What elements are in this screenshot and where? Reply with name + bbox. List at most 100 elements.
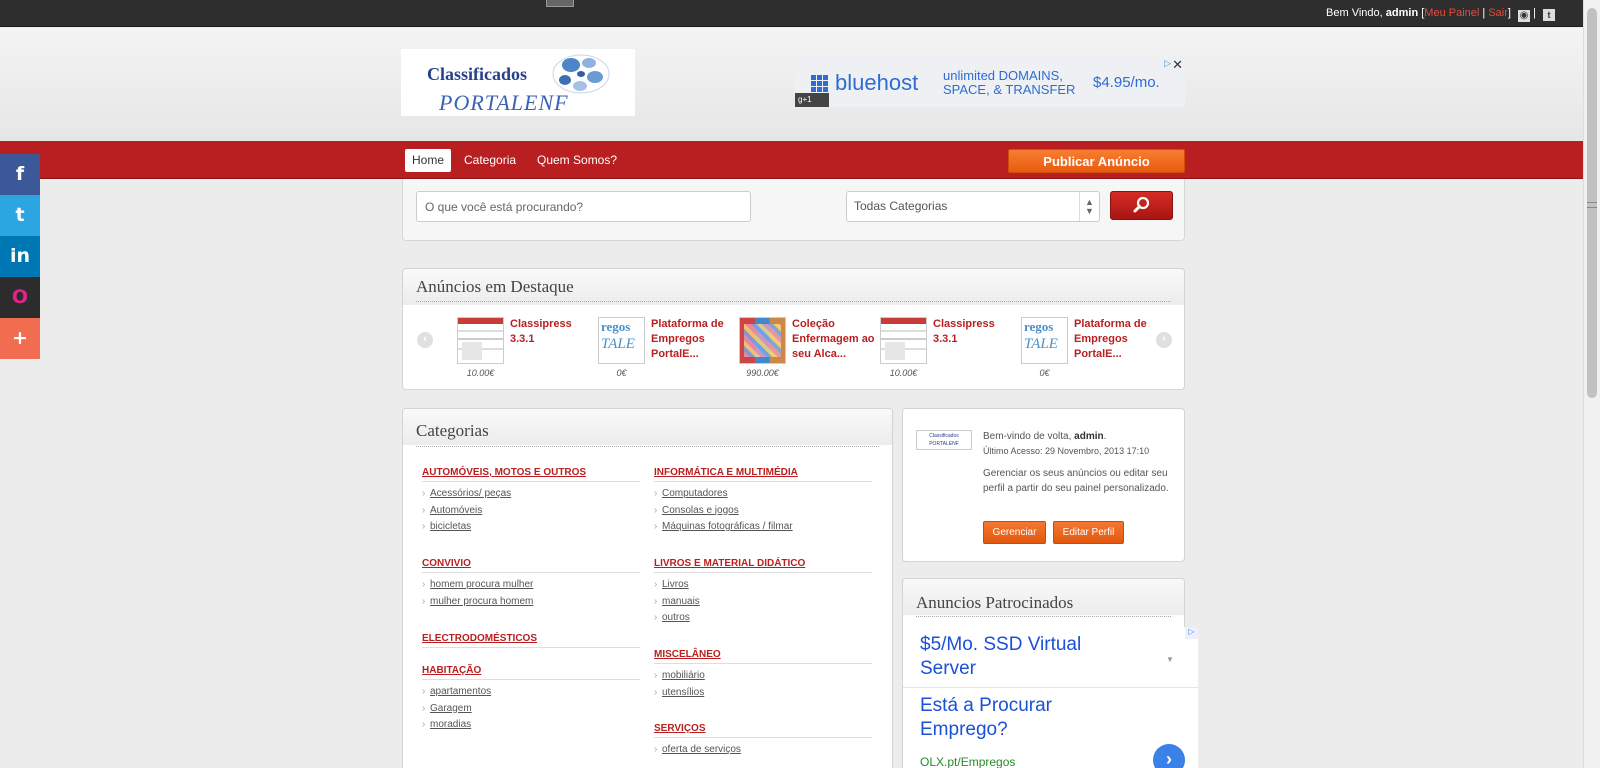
scrollbar-grip-icon bbox=[1587, 202, 1597, 208]
toolbar-tab[interactable] bbox=[546, 0, 574, 7]
gplus-button[interactable]: g+1 bbox=[795, 93, 829, 107]
facebook-icon[interactable]: f bbox=[0, 154, 40, 195]
adchoices-icon[interactable]: ▷ bbox=[1185, 627, 1198, 639]
chevron-right-icon[interactable]: › bbox=[1153, 744, 1185, 768]
subcategory-link[interactable]: apartamentos bbox=[422, 684, 640, 701]
sponsored-ad-url[interactable]: OLX.pt/Empregos bbox=[920, 755, 1015, 768]
thumb-text: TALE bbox=[601, 336, 635, 352]
main-nav: Home Categoria Quem Somos? Publicar Anún… bbox=[0, 141, 1600, 179]
category-group: SERVIÇOS oferta de serviços bbox=[654, 723, 872, 759]
sponsored-ad-title[interactable]: Está a Procurar Emprego? bbox=[920, 694, 1120, 742]
banner-ad[interactable]: bluehost unlimited DOMAINS, SPACE, & TRAN… bbox=[795, 57, 1185, 107]
ad-thumbnail[interactable]: regos TALE bbox=[1021, 317, 1068, 364]
my-panel-link[interactable]: Meu Painel bbox=[1424, 7, 1479, 19]
category-select[interactable]: Todas Categorias ▲ ▼ bbox=[846, 191, 1100, 222]
chevron-down-icon[interactable]: ▼ bbox=[1166, 655, 1174, 664]
welcome-prefix: Bem Vindo, bbox=[1326, 7, 1383, 19]
sponsored-panel: Anuncios Patrocinados ▷ $5/Mo. SSD Virtu… bbox=[902, 578, 1198, 768]
subcategory-link[interactable]: Livros bbox=[654, 577, 872, 594]
featured-item-name[interactable]: Coleção Enfermagem ao seu Alca... bbox=[792, 317, 877, 362]
search-icon bbox=[1133, 196, 1150, 213]
featured-item-name[interactable]: Plataforma de Empregos PortalE... bbox=[1074, 317, 1159, 362]
ad-thumbnail[interactable] bbox=[457, 317, 504, 364]
subcategory-link[interactable]: Garagem bbox=[422, 701, 640, 718]
divider bbox=[903, 687, 1198, 688]
thumb-text: regos bbox=[601, 319, 631, 334]
ad-thumbnail[interactable] bbox=[880, 317, 927, 364]
manage-button[interactable]: Gerenciar bbox=[983, 521, 1046, 544]
category-link[interactable]: ELECTRODOMÉSTICOS bbox=[422, 633, 640, 648]
category-group: INFORMÁTICA E MULTIMÉDIA Computadores Co… bbox=[654, 467, 872, 536]
thumb-text: TALE bbox=[1024, 336, 1058, 352]
sponsored-ad-title[interactable]: $5/Mo. SSD Virtual Server bbox=[920, 633, 1120, 681]
publish-ad-button[interactable]: Publicar Anúncio bbox=[1008, 149, 1185, 173]
subcategory-link[interactable]: manuais bbox=[654, 594, 872, 611]
site-logo[interactable]: Classificados PORTALENF bbox=[401, 49, 635, 116]
page-scrollbar[interactable] bbox=[1583, 0, 1600, 768]
featured-item-name[interactable]: Classipress 3.3.1 bbox=[933, 317, 1018, 347]
subcategory-link[interactable]: mulher procura homem bbox=[422, 594, 640, 611]
featured-item[interactable]: regos TALE Plataforma de Empregos PortalE… bbox=[598, 317, 738, 381]
nav-quem-somos[interactable]: Quem Somos? bbox=[537, 149, 617, 172]
ad-thumbnail[interactable]: regos TALE bbox=[598, 317, 645, 364]
adchoices-icon[interactable]: ▷ bbox=[1164, 58, 1171, 69]
subcategory-link[interactable]: moradias bbox=[422, 717, 640, 734]
category-link[interactable]: INFORMÁTICA E MULTIMÉDIA bbox=[654, 467, 872, 482]
bracket: ] bbox=[1507, 7, 1511, 19]
ad-thumbnail[interactable] bbox=[739, 317, 786, 364]
logo-line-1: Classificados bbox=[427, 64, 528, 84]
subcategory-link[interactable]: homem procura mulher bbox=[422, 577, 640, 594]
carousel-prev-icon[interactable]: ‹ bbox=[417, 332, 433, 348]
featured-item[interactable]: regos TALE Plataforma de Empregos PortalE… bbox=[1021, 317, 1161, 381]
featured-ads-panel: Anúncios em Destaque ‹ › Classipress 3.3… bbox=[402, 268, 1185, 390]
last-access: Último Acesso: 29 Novembro, 2013 17:10 bbox=[983, 446, 1150, 456]
nav-home[interactable]: Home bbox=[405, 149, 451, 172]
linkedin-icon[interactable]: in bbox=[0, 236, 40, 277]
featured-item[interactable]: Coleção Enfermagem ao seu Alca... 990.00… bbox=[739, 317, 879, 381]
category-link[interactable]: CONVIVIO bbox=[422, 558, 640, 573]
category-link[interactable]: SERVIÇOS bbox=[654, 723, 872, 738]
logout-link[interactable]: Sair bbox=[1488, 7, 1508, 19]
search-box: Todas Categorias ▲▼ bbox=[402, 179, 1185, 241]
subcategory-link[interactable]: Acessórios/ peças bbox=[422, 486, 640, 503]
featured-item-name[interactable]: Plataforma de Empregos PortalE... bbox=[651, 317, 736, 362]
subcategory-link[interactable]: Consolas e jogos bbox=[654, 503, 872, 520]
separator: | bbox=[1482, 7, 1486, 19]
twitter-icon[interactable]: t bbox=[1543, 9, 1555, 21]
category-group: ELECTRODOMÉSTICOS bbox=[422, 633, 640, 652]
search-input[interactable] bbox=[416, 191, 751, 222]
ad-tagline-1: unlimited DOMAINS, bbox=[943, 68, 1063, 83]
featured-item-name[interactable]: Classipress 3.3.1 bbox=[510, 317, 595, 347]
ad-brand: bluehost bbox=[835, 70, 919, 95]
orkut-icon[interactable]: O bbox=[0, 277, 40, 318]
sponsored-ad[interactable]: ▷ $5/Mo. SSD Virtual Server ▼ Está a Pro… bbox=[903, 627, 1198, 768]
search-button[interactable] bbox=[1110, 191, 1173, 220]
close-ad-icon[interactable]: ✕ bbox=[1172, 57, 1183, 73]
twitter-share-icon[interactable]: t bbox=[0, 195, 40, 236]
category-select-value: Todas Categorias bbox=[854, 199, 948, 213]
subcategory-link[interactable]: utensílios bbox=[654, 685, 872, 702]
category-group: CONVIVIO homem procura mulher mulher pro… bbox=[422, 558, 640, 610]
subcategory-link[interactable]: mobiliário bbox=[654, 668, 872, 685]
bluehost-logo-icon bbox=[811, 74, 829, 92]
rss-icon[interactable]: ◉ bbox=[1518, 10, 1531, 22]
nav-categoria[interactable]: Categoria bbox=[464, 149, 516, 172]
subcategory-link[interactable]: bicicletas bbox=[422, 519, 640, 536]
category-link[interactable]: AUTOMÓVEIS, MOTOS E OUTROS bbox=[422, 467, 640, 482]
category-link[interactable]: LIVROS E MATERIAL DIDÁTICO bbox=[654, 558, 872, 573]
ad-tagline: unlimited DOMAINS, SPACE, & TRANSFER bbox=[943, 69, 1075, 97]
category-link[interactable]: MISCELÂNEO bbox=[654, 649, 872, 664]
subcategory-link[interactable]: oferta de serviços bbox=[654, 742, 872, 759]
ad-price: $4.95/mo. bbox=[1093, 74, 1160, 91]
subcategory-link[interactable]: Computadores bbox=[654, 486, 872, 503]
featured-item[interactable]: Classipress 3.3.1 10.00€ bbox=[880, 317, 1020, 381]
share-more-icon[interactable]: + bbox=[0, 318, 40, 359]
subcategory-link[interactable]: Automóveis bbox=[422, 503, 640, 520]
subcategory-link[interactable]: outros bbox=[654, 610, 872, 627]
edit-profile-button[interactable]: Editar Perfil bbox=[1053, 521, 1124, 544]
featured-item[interactable]: Classipress 3.3.1 10.00€ bbox=[457, 317, 597, 381]
welcome-greeting: Bem-vindo de volta, bbox=[983, 431, 1072, 442]
category-link[interactable]: HABITAÇÃO bbox=[422, 665, 640, 680]
select-arrows-icon: ▲ ▼ bbox=[1079, 192, 1099, 221]
subcategory-link[interactable]: Máquinas fotográficas / filmar bbox=[654, 519, 872, 536]
